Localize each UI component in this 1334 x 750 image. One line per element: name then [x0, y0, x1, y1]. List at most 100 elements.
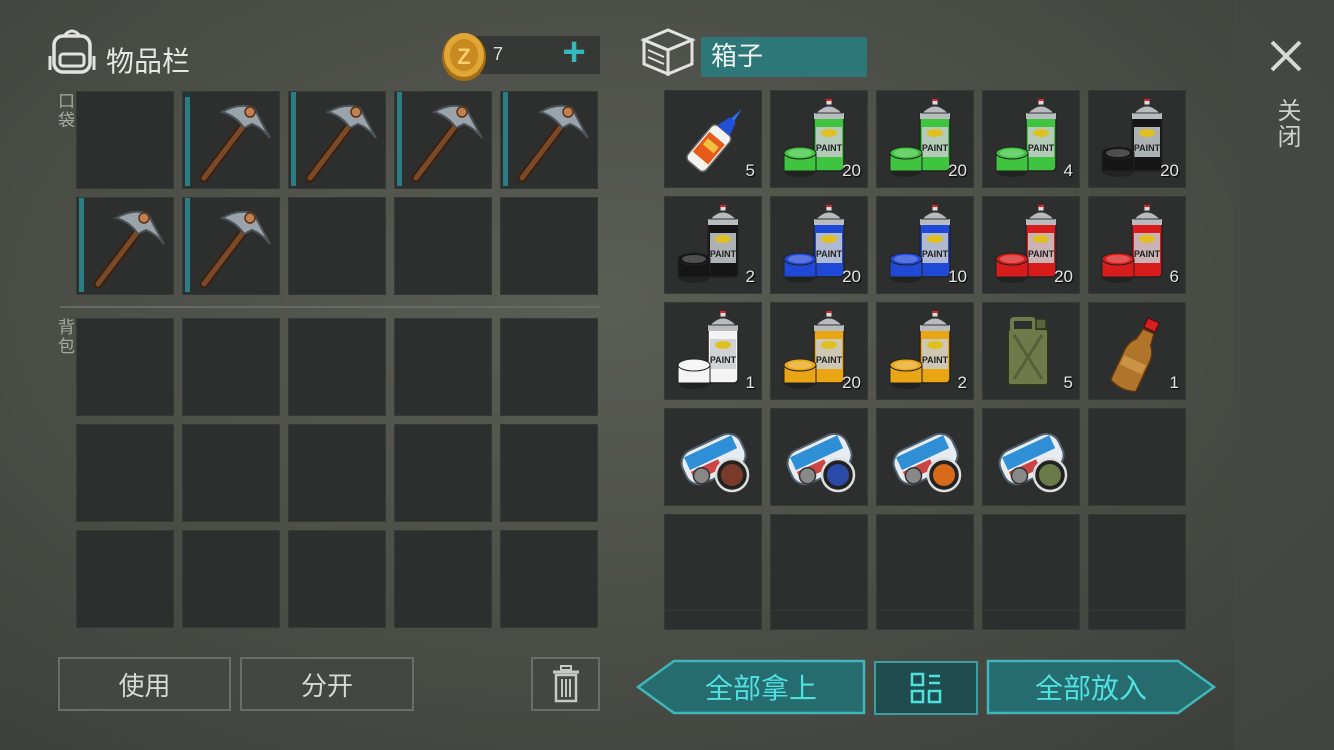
put-all-label: 全部放入 — [1034, 672, 1147, 705]
item-quantity: 20 — [948, 161, 967, 180]
box-slot[interactable]: PAINT 6 — [1088, 196, 1186, 294]
split-button[interactable]: 分开 — [240, 657, 414, 711]
box-slot[interactable]: PAINT 2 — [876, 302, 974, 400]
item-quantity: 1 — [745, 373, 755, 392]
backpack-slot[interactable] — [76, 530, 174, 628]
trash-icon — [552, 665, 579, 703]
jerrycan-icon — [1007, 317, 1049, 386]
use-button[interactable]: 使用 — [58, 657, 231, 711]
box-slot[interactable]: PAINT 1 — [664, 302, 762, 400]
box-slot[interactable]: PAINT 20 — [770, 196, 868, 294]
item-quantity: 20 — [1054, 267, 1073, 286]
glue-icon — [686, 109, 742, 173]
svg-text:PAINT: PAINT — [816, 355, 843, 365]
box-slot[interactable] — [664, 514, 762, 612]
svg-text:Z: Z — [457, 44, 470, 69]
pocket-slot[interactable] — [182, 197, 280, 295]
item-quantity: 20 — [842, 267, 861, 286]
backpack-slot[interactable] — [500, 530, 598, 628]
add-currency-button[interactable]: + — [556, 30, 592, 74]
magazine-icon — [786, 432, 856, 493]
pickaxe-icon — [199, 104, 271, 183]
bottle-icon — [1109, 317, 1160, 393]
backpack-label: 背包 — [54, 318, 74, 356]
pocket-label: 口袋 — [54, 92, 74, 130]
pocket-slot[interactable] — [500, 197, 598, 295]
box-slot[interactable]: PAINT 2 — [664, 196, 762, 294]
svg-text:PAINT: PAINT — [1134, 143, 1161, 153]
box-slot[interactable] — [876, 610, 974, 630]
spray-paint-icon: PAINT — [889, 310, 951, 389]
backpack-slot[interactable] — [500, 424, 598, 522]
backpack-slot[interactable] — [394, 424, 492, 522]
backpack-slot[interactable] — [288, 424, 386, 522]
box-slot[interactable] — [982, 408, 1080, 506]
backpack-slot[interactable] — [288, 530, 386, 628]
durability-bar — [79, 198, 84, 292]
sort-button[interactable] — [874, 661, 978, 715]
pocket-slot[interactable] — [394, 197, 492, 295]
backpack-slot[interactable] — [76, 424, 174, 522]
box-slot[interactable] — [770, 514, 868, 612]
durability-bar — [185, 92, 190, 186]
pocket-slot[interactable] — [182, 91, 280, 189]
box-slot[interactable]: 1 — [1088, 302, 1186, 400]
inventory-title: 物品栏 — [106, 45, 191, 78]
box-slot[interactable]: PAINT 20 — [770, 302, 868, 400]
box-slot[interactable]: 5 — [664, 90, 762, 188]
svg-text:PAINT: PAINT — [1028, 249, 1055, 259]
box-slot[interactable] — [770, 408, 868, 506]
svg-text:PAINT: PAINT — [710, 355, 737, 365]
backpack-slot[interactable] — [182, 318, 280, 416]
item-quantity: 4 — [1063, 161, 1073, 180]
backpack-slot[interactable] — [182, 424, 280, 522]
box-slot[interactable] — [770, 610, 868, 630]
box-slot[interactable]: PAINT 20 — [770, 90, 868, 188]
trash-button[interactable] — [531, 657, 600, 711]
svg-text:PAINT: PAINT — [1028, 143, 1055, 153]
pocket-slot[interactable] — [500, 91, 598, 189]
box-slot[interactable] — [876, 408, 974, 506]
put-all-button[interactable]: 全部放入 — [986, 659, 1216, 715]
currency-amount: 7 — [493, 44, 504, 64]
pocket-slot[interactable] — [76, 197, 174, 295]
svg-text:PAINT: PAINT — [710, 249, 737, 259]
box-slot[interactable]: PAINT 20 — [1088, 90, 1186, 188]
magazine-icon — [998, 432, 1068, 493]
box-slot[interactable]: PAINT 20 — [982, 196, 1080, 294]
box-slot[interactable]: PAINT 10 — [876, 196, 974, 294]
pocket-slot[interactable] — [394, 91, 492, 189]
section-divider — [60, 306, 600, 308]
backpack-slot[interactable] — [394, 530, 492, 628]
pocket-slot[interactable] — [76, 91, 174, 189]
box-slot[interactable]: PAINT 4 — [982, 90, 1080, 188]
box-slot[interactable] — [982, 610, 1080, 630]
backpack-slot[interactable] — [288, 318, 386, 416]
pickaxe-icon — [305, 104, 377, 183]
backpack-slot[interactable] — [500, 318, 598, 416]
backpack-slot[interactable] — [182, 530, 280, 628]
box-title-field[interactable]: 箱子 — [701, 37, 867, 77]
svg-text:PAINT: PAINT — [922, 143, 949, 153]
backpack-slot[interactable] — [394, 318, 492, 416]
svg-text:PAINT: PAINT — [816, 143, 843, 153]
box-slot[interactable] — [664, 408, 762, 506]
box-slot[interactable]: 5 — [982, 302, 1080, 400]
close-label: 关闭 — [1273, 98, 1301, 150]
box-slot[interactable] — [876, 514, 974, 612]
close-panel[interactable]: 关闭 — [1234, 0, 1334, 750]
box-slot[interactable] — [982, 514, 1080, 612]
pocket-slot[interactable] — [288, 197, 386, 295]
box-slot[interactable] — [1088, 610, 1186, 630]
take-all-label: 全部拿上 — [704, 672, 817, 705]
backpack-slot[interactable] — [76, 318, 174, 416]
durability-bar — [503, 92, 508, 186]
pickaxe-icon — [93, 210, 165, 289]
take-all-button[interactable]: 全部拿上 — [636, 659, 866, 715]
durability-bar — [397, 92, 402, 186]
box-slot[interactable] — [1088, 408, 1186, 506]
box-slot[interactable] — [1088, 514, 1186, 612]
box-slot[interactable]: PAINT 20 — [876, 90, 974, 188]
box-slot[interactable] — [664, 610, 762, 630]
pocket-slot[interactable] — [288, 91, 386, 189]
